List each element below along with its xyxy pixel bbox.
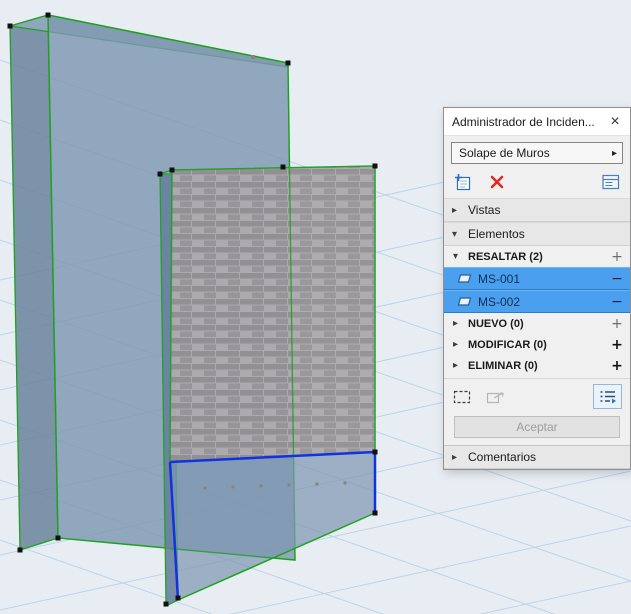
issue-manager-panel: Administrador de Inciden... × Solape de …	[443, 107, 631, 470]
group-modificar[interactable]: ▸ MODIFICAR (0) +	[444, 334, 630, 355]
remove-element-button[interactable]: −	[611, 294, 623, 310]
section-comentarios[interactable]: ▸ Comentarios	[444, 445, 630, 469]
collapse-arrow-icon: ▸	[453, 318, 459, 329]
issue-selector-wrap: Solape de Muros ▸	[444, 136, 630, 169]
issue-selector-value: Solape de Muros	[459, 146, 550, 160]
element-item-ms-001[interactable]: MS-001 −	[444, 267, 630, 290]
section-vistas[interactable]: ▸ Vistas	[444, 198, 630, 222]
section-vistas-label: Vistas	[468, 203, 501, 217]
add-elements-button[interactable]: +	[611, 358, 623, 374]
remove-element-button[interactable]: −	[611, 271, 623, 287]
section-elementos[interactable]: ▾ Elementos	[444, 222, 630, 246]
issue-details-icon[interactable]	[601, 172, 621, 192]
add-elements-button[interactable]: +	[611, 337, 623, 353]
add-elements-button[interactable]: +	[611, 316, 623, 332]
section-comentarios-label: Comentarios	[468, 450, 537, 464]
element-item-label: MS-001	[478, 271, 521, 286]
group-eliminar[interactable]: ▸ ELIMINAR (0) +	[444, 355, 630, 376]
collapse-arrow-icon: ▸	[452, 451, 458, 463]
delete-issue-icon[interactable]	[487, 172, 507, 192]
issue-selector[interactable]: Solape de Muros ▸	[451, 142, 623, 164]
group-label: MODIFICAR (0)	[468, 338, 547, 351]
close-icon[interactable]: ×	[604, 111, 626, 133]
group-resaltar[interactable]: ▾ RESALTAR (2) +	[444, 246, 630, 267]
panel-toolbar	[444, 169, 630, 198]
accept-button[interactable]: Aceptar	[454, 416, 620, 438]
panel-titlebar: Administrador de Inciden... ×	[444, 108, 630, 136]
collapse-arrow-icon: ▾	[453, 251, 459, 262]
add-elements-button[interactable]: +	[611, 249, 623, 265]
collapse-arrow-icon: ▸	[453, 360, 459, 371]
flyout-arrow-icon: ▸	[611, 147, 617, 159]
accept-wrap: Aceptar	[444, 413, 630, 445]
element-item-label: MS-002	[478, 294, 521, 309]
wall-item-icon	[457, 274, 472, 283]
wall-item-icon	[457, 297, 472, 306]
add-issue-icon[interactable]	[453, 172, 473, 192]
element-item-ms-002[interactable]: MS-002 −	[444, 290, 630, 313]
group-nuevo[interactable]: ▸ NUEVO (0) +	[444, 313, 630, 334]
section-elementos-label: Elementos	[468, 227, 525, 241]
element-tools-row	[444, 378, 630, 413]
group-label: ELIMINAR (0)	[468, 359, 538, 372]
panel-title: Administrador de Inciden...	[452, 114, 595, 129]
group-label: RESALTAR (2)	[468, 250, 543, 263]
group-label: NUEVO (0)	[468, 317, 524, 330]
element-list-options-icon[interactable]	[593, 384, 622, 409]
collapse-arrow-icon: ▾	[452, 228, 458, 240]
capture-view-icon	[486, 387, 506, 407]
collapse-arrow-icon: ▸	[452, 204, 458, 216]
marquee-icon[interactable]	[452, 387, 472, 407]
collapse-arrow-icon: ▸	[453, 339, 459, 350]
